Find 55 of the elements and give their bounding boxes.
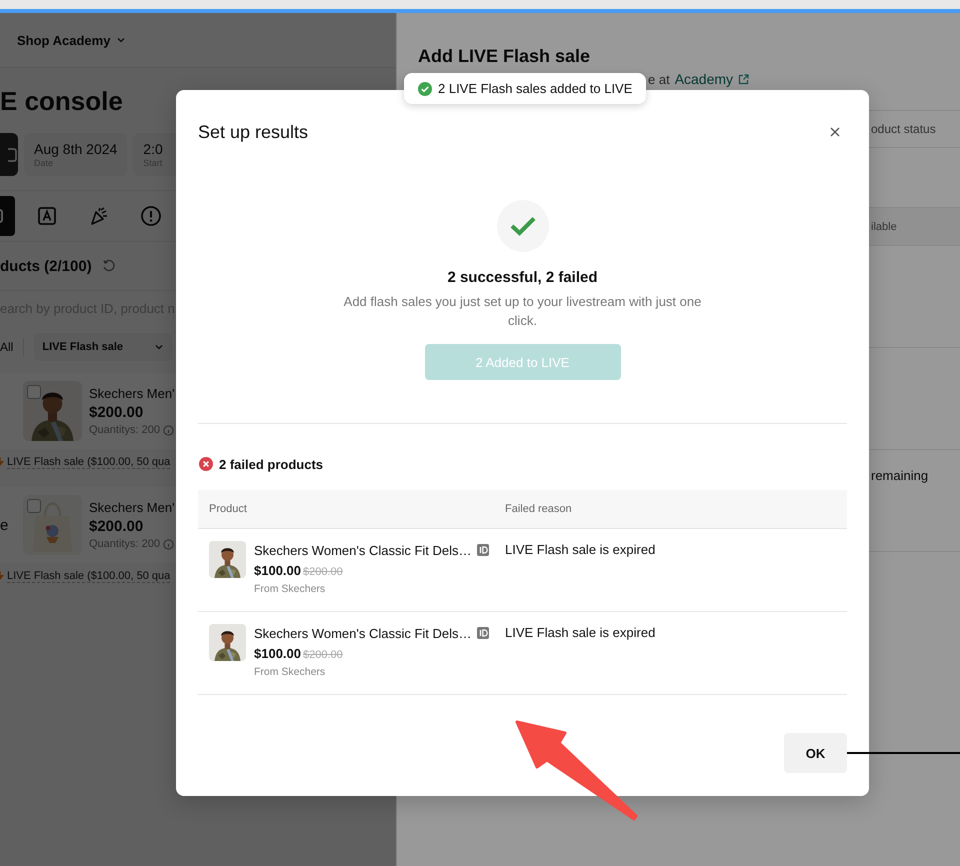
flash-sale-text: LIVE Flash sale ($100.00, 50 qua: [7, 456, 170, 468]
chevron-down-icon: [154, 342, 164, 352]
seller-text: From Skechers: [254, 666, 326, 678]
product-price: $200.00: [89, 518, 144, 535]
checkbox[interactable]: [27, 385, 41, 399]
info-icon: [162, 538, 174, 550]
check-circle-icon: [418, 82, 432, 96]
id-badge-icon: [476, 627, 489, 639]
product-name: Skechers Women's Classic Fit Dels…: [254, 626, 472, 640]
drawer-title: Add LIVE Flash sale: [418, 45, 592, 67]
info-icon: [162, 424, 174, 436]
refresh-icon[interactable]: [102, 259, 116, 273]
checkbox[interactable]: [27, 499, 41, 513]
side-label: e: [0, 516, 10, 534]
id-badge-icon: [476, 544, 489, 556]
product-price: $200.00: [89, 404, 144, 421]
filter-option[interactable]: All: [0, 340, 14, 354]
party-popper-icon: [89, 206, 109, 226]
error-icon: [199, 457, 213, 471]
subtitle-text: e at: [648, 72, 670, 86]
external-link-icon[interactable]: [738, 74, 750, 84]
shop-menu[interactable]: Shop Academy: [17, 32, 126, 48]
academy-link[interactable]: Academy: [674, 71, 734, 87]
failed-reason: LIVE Flash sale is expired: [505, 625, 656, 640]
column-header: oduct status: [871, 122, 936, 136]
table-cell: remaining: [871, 468, 928, 483]
column-header: Product: [198, 490, 494, 528]
dialog-title: Set up results: [198, 121, 308, 144]
column-header: ilable: [871, 220, 897, 232]
product-name: Skechers Men': [89, 500, 175, 515]
summary-text: 2 successful, 2 failed: [447, 268, 598, 288]
filter-dropdown[interactable]: LIVE Flash sale: [34, 333, 172, 361]
card-value: 2:0: [143, 140, 164, 158]
card-value: Aug 8th 2024: [34, 140, 118, 158]
column-header: Failed reason: [494, 490, 847, 528]
calendar-tile[interactable]: [0, 133, 18, 176]
text-box-icon: [37, 206, 57, 226]
seller-text: From Skechers: [254, 583, 326, 595]
original-price: $200.00: [303, 649, 343, 661]
close-button[interactable]: [828, 125, 842, 139]
sale-price: $100.00: [254, 646, 301, 661]
toast-message: 2 LIVE Flash sales added to LIVE: [404, 73, 646, 104]
failed-heading: 2 failed products: [219, 456, 324, 472]
ok-button[interactable]: OK: [784, 733, 847, 773]
product-name: Skechers Men': [89, 386, 175, 401]
product-name: Skechers Women's Classic Fit Dels…: [254, 542, 472, 558]
flash-sale-text: LIVE Flash sale ($100.00, 50 qua: [7, 570, 170, 582]
section-heading: ducts (2/100): [0, 258, 92, 274]
page-title: E console: [0, 86, 124, 116]
chevron-down-icon: [116, 35, 126, 45]
description-text: Add flash sales you just set up to your livestream with just one click.: [342, 293, 702, 330]
failed-reason: LIVE Flash sale is expired: [505, 542, 656, 557]
alert-icon: [140, 205, 162, 227]
sale-price: $100.00: [254, 563, 301, 578]
original-price: $200.00: [303, 566, 343, 578]
